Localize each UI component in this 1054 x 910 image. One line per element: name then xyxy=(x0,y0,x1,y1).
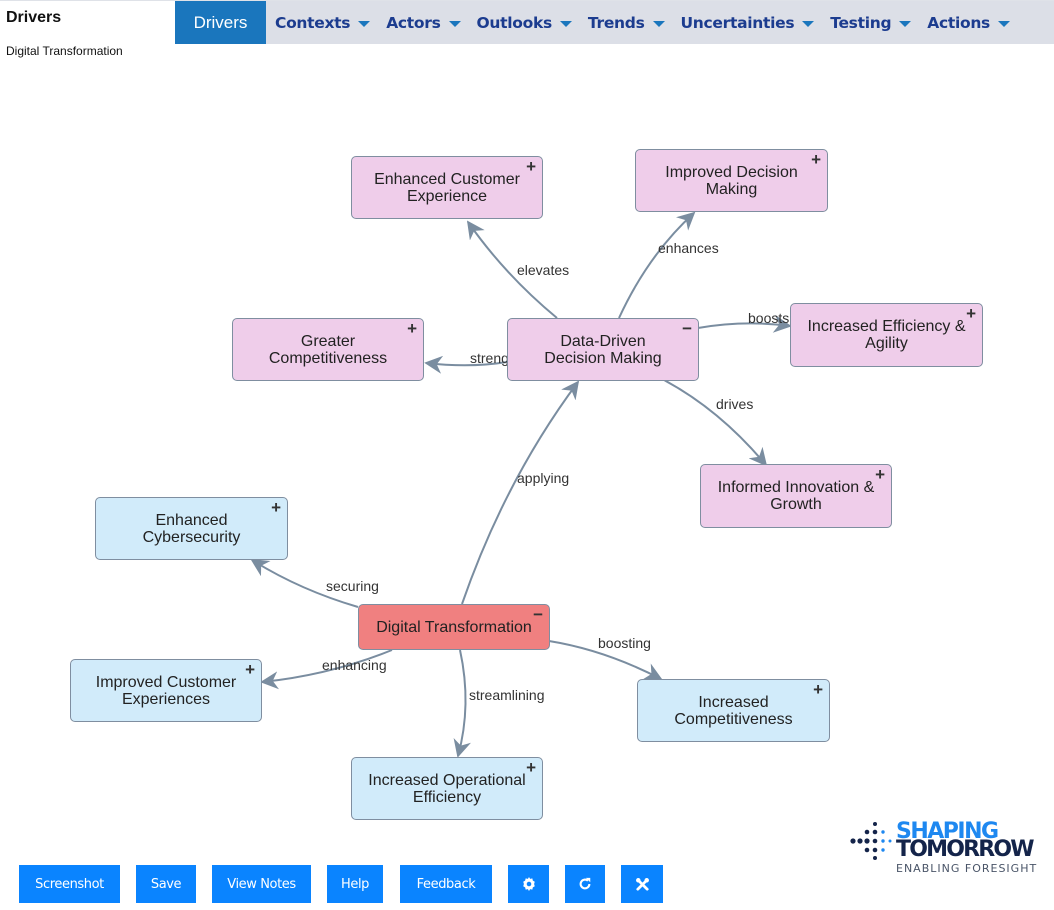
main-nav: Drivers Contexts Actors Outlooks Trends … xyxy=(175,1,1054,44)
refresh-icon xyxy=(579,877,591,890)
caret-down-icon xyxy=(652,20,665,27)
feedback-button[interactable]: Feedback xyxy=(400,865,492,903)
save-button[interactable]: Save xyxy=(136,865,196,903)
expand-icon[interactable]: + xyxy=(526,158,536,175)
node-label: Improved Customer Experiences xyxy=(95,673,237,708)
shaping-tomorrow-logo: SHAPING TOMORROW ENABLING FORESIGHT xyxy=(848,820,1048,880)
nav-tab-uncertainties[interactable]: Uncertainties xyxy=(673,1,823,44)
collapse-icon[interactable]: − xyxy=(682,320,692,337)
caret-down-icon xyxy=(899,20,912,27)
node-enhanced-customer-experience[interactable]: Enhanced Customer Experience + xyxy=(351,156,543,219)
node-informed-innovation-growth[interactable]: Informed Innovation & Growth + xyxy=(700,464,892,528)
node-label: Informed Innovation & Growth xyxy=(717,479,875,513)
nav-tab-trends[interactable]: Trends xyxy=(580,1,673,44)
nav-tab-actors[interactable]: Actors xyxy=(378,1,468,44)
edge-label-enhancing: enhancing xyxy=(322,657,387,673)
logo-text-tomorrow: TOMORROW xyxy=(896,837,1035,862)
expand-icon[interactable]: + xyxy=(875,466,885,483)
nav-label: Outlooks xyxy=(476,13,553,32)
caret-down-icon xyxy=(997,20,1010,27)
screenshot-button[interactable]: Screenshot xyxy=(19,865,120,903)
nav-label: Uncertainties xyxy=(680,13,795,32)
node-enhanced-cybersecurity[interactable]: Enhanced Cybersecurity + xyxy=(95,497,288,560)
node-improved-decision-making[interactable]: Improved Decision Making + xyxy=(635,149,828,212)
node-digital-transformation[interactable]: Digital Transformation − xyxy=(358,604,550,650)
node-label: Increased Efficiency & Agility xyxy=(807,318,966,352)
logo-dots-icon xyxy=(850,822,892,860)
edge-label-elevates: elevates xyxy=(517,262,570,278)
edge-label-enhances: enhances xyxy=(658,240,719,256)
node-label: Improved Decision Making xyxy=(665,163,798,198)
nav-label: Contexts xyxy=(275,13,351,32)
caret-down-icon xyxy=(559,20,572,27)
view-notes-button[interactable]: View Notes xyxy=(212,865,311,903)
node-increased-efficiency-agility[interactable]: Increased Efficiency & Agility + xyxy=(790,303,983,367)
nav-tab-drivers[interactable]: Drivers xyxy=(175,1,266,44)
gear-icon xyxy=(522,877,535,891)
caret-down-icon xyxy=(448,20,461,27)
nav-label: Actors xyxy=(386,13,441,32)
expand-icon[interactable]: + xyxy=(407,320,417,337)
nav-label: Testing xyxy=(830,13,892,32)
nav-label: Actions xyxy=(927,13,990,32)
expand-icon[interactable]: + xyxy=(811,151,821,168)
settings-button[interactable] xyxy=(508,865,549,903)
edge-label-boosts: boosts xyxy=(748,310,790,326)
nav-tab-testing[interactable]: Testing xyxy=(822,1,919,44)
nav-label: Trends xyxy=(587,13,645,32)
node-improved-customer-experiences[interactable]: Improved Customer Experiences + xyxy=(70,659,262,722)
node-label: Greater Competitiveness xyxy=(268,332,388,367)
logo-tagline: ENABLING FORESIGHT xyxy=(896,862,1038,875)
edge-streamlining xyxy=(453,649,471,758)
edge-label-boosting: boosting xyxy=(598,635,651,651)
expand-icon[interactable]: + xyxy=(245,661,255,678)
collapse-icon[interactable]: − xyxy=(533,606,543,623)
expand-icon[interactable]: + xyxy=(526,759,536,776)
nav-tab-outlooks[interactable]: Outlooks xyxy=(469,1,580,44)
node-greater-competitiveness[interactable]: Greater Competitiveness + xyxy=(232,318,424,381)
nav-label: Drivers xyxy=(193,12,248,32)
expand-icon[interactable]: + xyxy=(271,499,281,516)
caret-down-icon xyxy=(802,20,815,27)
edge-label-applying: applying xyxy=(517,470,570,486)
edge-drives xyxy=(663,379,768,467)
edge-label-securing: securing xyxy=(326,578,379,594)
node-label: Increased Competitiveness xyxy=(674,693,793,728)
node-label: Increased Operational Efficiency xyxy=(368,771,526,806)
node-label: Enhanced Customer Experience xyxy=(374,170,520,205)
edge-label-streamlining: streamlining xyxy=(469,687,545,703)
node-label: Digital Transformation xyxy=(376,618,532,636)
nav-tab-actions[interactable]: Actions xyxy=(919,1,1018,44)
node-increased-operational-efficiency[interactable]: Increased Operational Efficiency + xyxy=(351,757,543,820)
refresh-button[interactable] xyxy=(565,865,605,903)
node-increased-competitiveness[interactable]: Increased Competitiveness + xyxy=(637,679,830,742)
edge-enhances xyxy=(618,211,696,319)
node-label: Data-Driven Decision Making xyxy=(544,332,662,367)
expand-icon[interactable]: + xyxy=(966,305,976,322)
help-button[interactable]: Help xyxy=(327,865,383,903)
caret-down-icon xyxy=(358,20,371,27)
edge-label-drives: drives xyxy=(716,396,754,412)
tools-icon xyxy=(635,877,649,891)
node-label: Enhanced Cybersecurity xyxy=(142,511,241,546)
node-data-driven-decision-making[interactable]: Data-Driven Decision Making − xyxy=(507,318,699,381)
expand-icon[interactable]: + xyxy=(813,681,823,698)
page-subtitle: Digital Transformation xyxy=(6,44,123,58)
tools-button[interactable] xyxy=(621,865,663,903)
edge-applying xyxy=(461,380,580,605)
nav-tab-contexts[interactable]: Contexts xyxy=(267,1,378,44)
page-title: Drivers xyxy=(6,9,62,26)
